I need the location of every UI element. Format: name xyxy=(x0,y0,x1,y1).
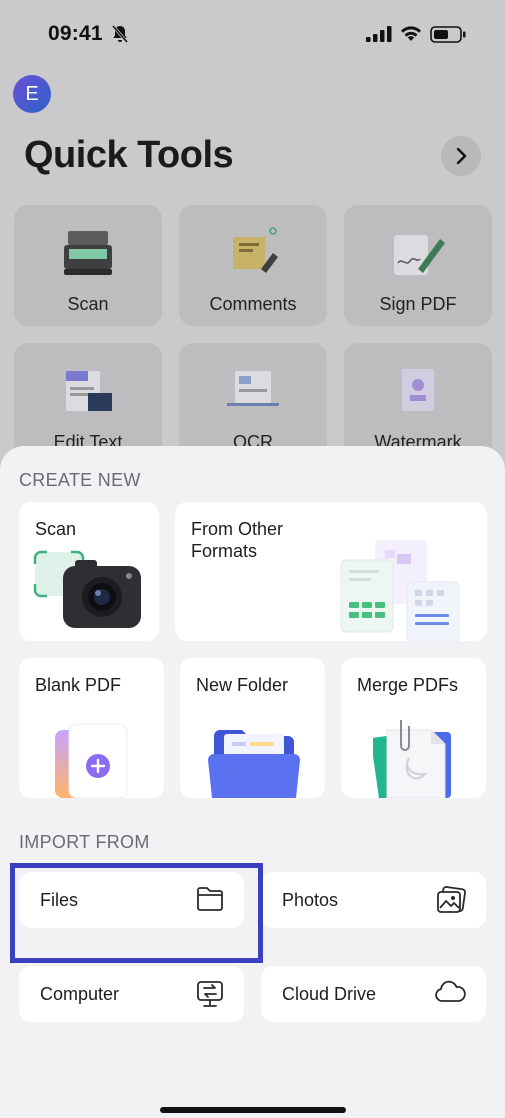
signature-pen-icon xyxy=(394,235,445,275)
photos-icon xyxy=(437,886,466,913)
create-merge-pdfs-label: Merge PDFs xyxy=(357,675,459,695)
blank-pdf-add-icon xyxy=(55,723,128,798)
camera-icon xyxy=(33,550,141,628)
status-bar: 09:41 xyxy=(0,0,505,64)
documents-stack-icon xyxy=(340,540,460,641)
tool-comments[interactable]: Comments xyxy=(179,205,327,326)
tool-comments-label: Comments xyxy=(209,294,297,314)
bottom-sheet: CREATE NEW Scan From Other Formats Blank… xyxy=(0,446,505,1118)
create-from-other-formats-label: From Other Formats xyxy=(191,519,284,561)
import-cloud-drive-button[interactable]: Cloud Drive xyxy=(261,966,486,1022)
create-new-heading: CREATE NEW xyxy=(19,470,141,490)
cellular-signal-icon xyxy=(366,26,392,42)
sticky-note-icon xyxy=(233,227,278,273)
import-computer-button[interactable]: Computer xyxy=(19,966,244,1022)
tool-sign-pdf-label: Sign PDF xyxy=(379,294,457,314)
import-photos-label: Photos xyxy=(282,890,339,910)
battery-icon xyxy=(430,26,466,43)
import-computer-label: Computer xyxy=(40,984,120,1004)
status-time: 09:41 xyxy=(48,22,103,45)
avatar[interactable]: E xyxy=(13,75,51,113)
watermark-icon xyxy=(402,369,434,411)
wifi-icon xyxy=(401,26,421,41)
tool-scan[interactable]: Scan xyxy=(14,205,162,326)
import-from-heading: IMPORT FROM xyxy=(19,832,150,852)
create-new-folder-card[interactable]: New Folder xyxy=(180,658,325,798)
computer-transfer-icon xyxy=(197,981,223,1007)
cloud-icon xyxy=(435,980,466,1002)
create-new-folder-label: New Folder xyxy=(196,675,289,695)
silent-bell-icon xyxy=(111,25,129,43)
create-merge-pdfs-card[interactable]: Merge PDFs xyxy=(341,658,486,798)
folder-icon xyxy=(208,730,300,798)
edit-text-icon xyxy=(66,371,112,411)
create-scan-label: Scan xyxy=(35,519,77,539)
home-indicator[interactable] xyxy=(160,1107,346,1113)
create-from-other-formats-card[interactable]: From Other Formats xyxy=(175,502,487,641)
files-highlight-box xyxy=(10,863,263,963)
ocr-icon xyxy=(227,371,279,406)
create-blank-pdf-label: Blank PDF xyxy=(35,675,122,695)
chevron-right-icon xyxy=(456,147,467,165)
scanner-icon xyxy=(64,231,112,275)
merge-pdfs-icon xyxy=(373,720,451,798)
quick-tools-more-button[interactable] xyxy=(441,136,481,176)
import-cloud-drive-label: Cloud Drive xyxy=(282,984,377,1004)
import-photos-button[interactable]: Photos xyxy=(261,872,486,928)
page-title: Quick Tools xyxy=(24,134,234,176)
create-blank-pdf-card[interactable]: Blank PDF xyxy=(19,658,164,798)
tool-scan-label: Scan xyxy=(67,294,109,314)
tool-sign-pdf[interactable]: Sign PDF xyxy=(344,205,492,326)
create-scan-card[interactable]: Scan xyxy=(19,502,159,641)
